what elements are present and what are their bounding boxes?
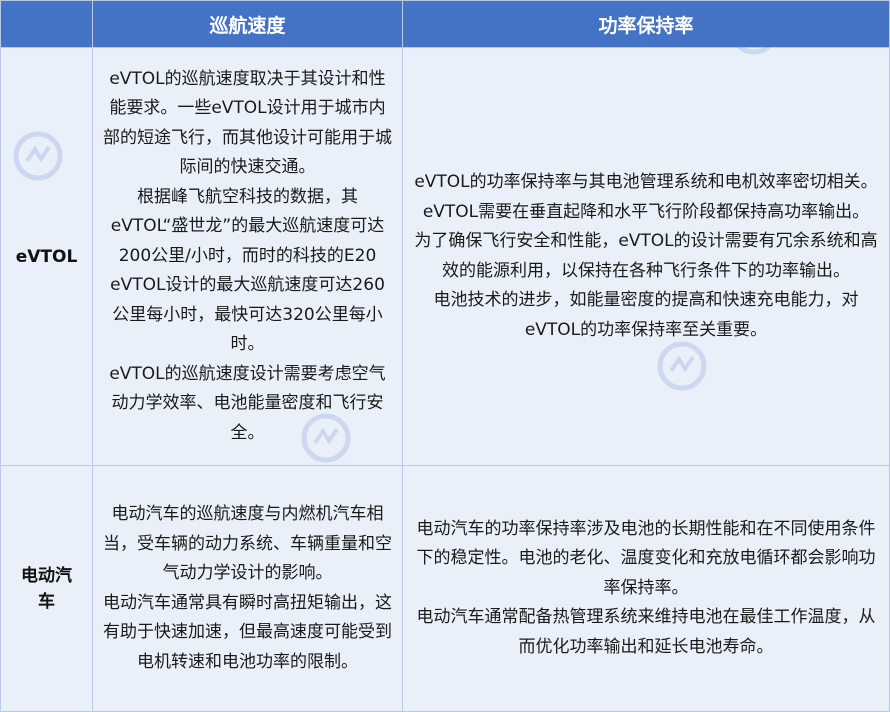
table-row-evtol: eVTOL eVTOL的巡航速度取决于其设计和性能要求。一些eVTOL设计用于城… (1, 48, 890, 466)
evtol-power-para-1: eVTOL的功率保持率与其电池管理系统和电机效率密切相关。eVTOL需要在垂直起… (414, 172, 878, 222)
ev-speed-para-1: 电动汽车的巡航速度与内燃机汽车相当，受车辆的动力系统、车辆重量和空气动力学设计的… (103, 504, 392, 583)
ev-speed-cell: 电动汽车的巡航速度与内燃机汽车相当，受车辆的动力系统、车辆重量和空气动力学设计的… (93, 466, 403, 712)
ev-power-para-1: 电动汽车的功率保持率涉及电池的长期性能和在不同使用条件下的稳定性。电池的老化、温… (416, 518, 876, 598)
ev-power-para-2: 电动汽车通常配备热管理系统来维持电池在最佳工作温度，从而优化功率输出和延长电池寿… (416, 607, 876, 657)
evtol-speed-para-3: eVTOL的巡航速度设计需要考虑空气动力学效率、电池能量密度和飞行安全。 (109, 363, 386, 443)
header-cruise-speed: 巡航速度 (93, 1, 403, 48)
row-label-ev: 电动汽车 (21, 565, 72, 612)
header-power-retention: 功率保持率 (403, 1, 890, 48)
row-label-cell: 电动汽车 (1, 466, 93, 712)
evtol-speed-para-1: eVTOL的巡航速度取决于其设计和性能要求。一些eVTOL设计用于城市内部的短途… (103, 68, 392, 178)
ev-power-cell: 电动汽车的功率保持率涉及电池的长期性能和在不同使用条件下的稳定性。电池的老化、温… (403, 466, 890, 712)
header-corner-cell (1, 1, 93, 48)
ev-speed-para-2: 电动汽车通常具有瞬时高扭矩输出，这有助于快速加速，但最高速度可能受到电机转速和电… (103, 592, 392, 672)
row-label-evtol: eVTOL (15, 246, 78, 267)
evtol-power-para-2: 为了确保飞行安全和性能，eVTOL的设计需要有冗余系统和高效的能源利用，以保持在… (414, 231, 878, 281)
header-power-retention-text: 功率保持率 (598, 14, 694, 37)
table-row-ev: 电动汽车 电动汽车的巡航速度与内燃机汽车相当，受车辆的动力系统、车辆重量和空气动… (1, 466, 890, 712)
evtol-power-para-3: 电池技术的进步，如能量密度的提高和快速充电能力，对eVTOL的功率保持率至关重要… (433, 290, 859, 340)
header-cruise-speed-text: 巡航速度 (209, 14, 286, 37)
row-label-cell: eVTOL (1, 48, 93, 466)
table-header-row: 巡航速度 功率保持率 (1, 1, 890, 48)
evtol-power-cell: eVTOL的功率保持率与其电池管理系统和电机效率密切相关。eVTOL需要在垂直起… (403, 48, 890, 466)
evtol-speed-cell: eVTOL的巡航速度取决于其设计和性能要求。一些eVTOL设计用于城市内部的短途… (93, 48, 403, 466)
evtol-speed-para-2: 根据峰飞航空科技的数据，其eVTOL“盛世龙”的最大巡航速度可达200公里/小时… (110, 186, 385, 355)
comparison-table: 巡航速度 功率保持率 eVTOL eVTOL的巡航速度取决于其设计和性能要求。一… (0, 0, 890, 712)
